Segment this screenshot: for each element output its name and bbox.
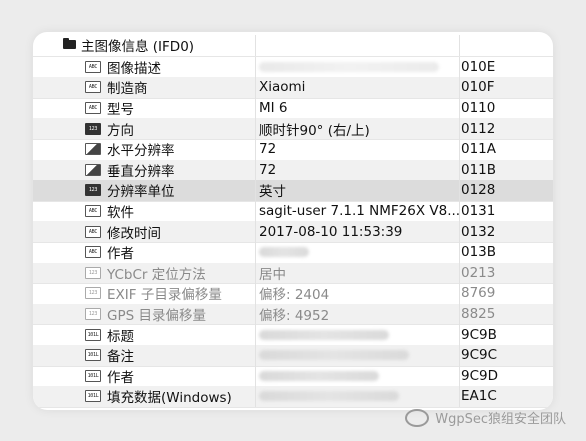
tag-id: 9C9D xyxy=(461,367,498,384)
field-value: 居中 xyxy=(256,262,460,284)
redacted-value xyxy=(259,370,379,381)
tag-id: 0131 xyxy=(461,203,496,220)
field-value: 72 xyxy=(256,139,460,160)
bytes-icon: 101L xyxy=(85,349,101,362)
field-name: 作者 xyxy=(107,369,134,386)
table-row[interactable]: ABC 型号 MI 6 0110 xyxy=(33,97,553,120)
field-name: 作者 xyxy=(107,246,134,263)
table-row[interactable]: 123 方向 顺时针90° (右/上) 0112 xyxy=(33,118,553,140)
table-row[interactable]: 123 EXIF 子目录偏移量 偏移: 2404 8769 xyxy=(33,283,553,305)
field-name: 型号 xyxy=(107,102,134,119)
abc-icon: ABC xyxy=(85,81,101,94)
field-value: 偏移: 2404 xyxy=(256,283,460,304)
ratio-icon xyxy=(85,143,101,156)
tag-id: 0110 xyxy=(461,100,496,117)
field-name: 标题 xyxy=(107,328,134,345)
field-value: 顺时针90° (右/上) xyxy=(256,118,460,139)
tag-id: EA1C xyxy=(461,388,497,405)
table-row[interactable]: 101L 标题 9C9B xyxy=(33,324,553,346)
table-row[interactable]: 123 GPS 目录偏移量 偏移: 4952 8825 xyxy=(33,303,553,326)
field-value: 2017-08-10 11:53:39 xyxy=(256,221,460,242)
table-row[interactable]: ABC 作者 013B xyxy=(33,242,553,264)
123-icon: 123 xyxy=(85,122,101,135)
field-value: Xiaomi xyxy=(256,77,460,98)
watermark: WgpSec狼组安全团队 xyxy=(405,408,566,427)
redacted-value xyxy=(259,329,389,340)
redacted-value xyxy=(259,350,409,361)
123-icon: 123 xyxy=(85,287,101,300)
table-row[interactable]: ABC 软件 sagit-user 7.1.1 NMF26X V8.... 013… xyxy=(33,200,553,223)
123-icon: 123 xyxy=(85,308,101,321)
tag-id: 8825 xyxy=(461,306,496,323)
field-name: 填充数据(Windows) xyxy=(107,390,232,407)
field-name: 垂直分辨率 xyxy=(107,163,175,180)
table-row-selected[interactable]: 123 分辨率单位 英寸 0128 xyxy=(33,180,553,202)
bytes-icon: 101L xyxy=(85,328,101,341)
field-name: 备注 xyxy=(107,349,134,366)
bytes-icon: 101L xyxy=(85,390,101,403)
redacted-value xyxy=(259,247,309,258)
abc-icon: ABC xyxy=(85,246,101,259)
123-icon: 123 xyxy=(85,266,101,279)
field-value: sagit-user 7.1.1 NMF26X V8.... xyxy=(256,200,460,222)
field-value: 偏移: 4952 xyxy=(256,303,460,325)
table-row[interactable]: 垂直分辨率 72 011B xyxy=(33,159,553,182)
folder-icon xyxy=(63,37,76,49)
abc-icon: ABC xyxy=(85,102,101,115)
tag-id: 010E xyxy=(461,58,496,75)
bytes-icon: 101L xyxy=(85,369,101,382)
tag-id: 010F xyxy=(461,79,495,96)
abc-icon: ABC xyxy=(85,60,101,73)
field-name: 软件 xyxy=(107,205,134,222)
redacted-value xyxy=(259,61,439,72)
section-header-ifd0[interactable]: 主图像信息 (IFD0) xyxy=(33,35,553,57)
wechat-icon xyxy=(405,408,430,427)
tag-id: 011B xyxy=(461,161,497,178)
tag-id: 9C9C xyxy=(461,347,498,364)
redacted-value xyxy=(259,391,399,402)
123-icon: 123 xyxy=(85,184,101,197)
ratio-icon xyxy=(85,163,101,176)
watermark-text: WgpSec狼组安全团队 xyxy=(435,412,566,427)
field-value: 72 xyxy=(256,159,460,181)
table-row[interactable]: 101L 作者 9C9D xyxy=(33,365,553,388)
field-name: EXIF 子目录偏移量 xyxy=(107,287,222,304)
tag-id: 013B xyxy=(461,244,497,261)
field-name: 图像描述 xyxy=(107,60,161,77)
table-row[interactable]: 101L 填充数据(Windows) EA1C xyxy=(33,386,553,408)
field-name: YCbCr 定位方法 xyxy=(107,266,206,283)
tag-id: 0132 xyxy=(461,223,496,240)
field-name: 方向 xyxy=(107,122,134,139)
table-row[interactable]: ABC 制造商 Xiaomi 010F xyxy=(33,77,553,99)
abc-icon: ABC xyxy=(85,205,101,218)
tag-id: 011A xyxy=(461,141,497,158)
field-name: 制造商 xyxy=(107,81,148,98)
table-row[interactable]: 101L 备注 9C9C xyxy=(33,345,553,367)
table-row[interactable]: 123 YCbCr 定位方法 居中 0213 xyxy=(33,262,553,285)
table-row[interactable]: ABC 图像描述 010E xyxy=(33,56,553,79)
tag-id: 0112 xyxy=(461,120,496,137)
field-value: MI 6 xyxy=(256,97,460,119)
tag-id: 8769 xyxy=(461,285,496,302)
table-row[interactable]: ABC 修改时间 2017-08-10 11:53:39 0132 xyxy=(33,221,553,243)
field-name: 水平分辨率 xyxy=(107,143,175,160)
tag-id: 0213 xyxy=(461,264,496,281)
field-name: 修改时间 xyxy=(107,225,161,242)
field-value: 英寸 xyxy=(256,180,460,201)
abc-icon: ABC xyxy=(85,225,101,238)
exif-panel: 主图像信息 (IFD0) ABC 图像描述 010E ABC 制造商 Xiaomi … xyxy=(33,32,553,410)
field-name: GPS 目录偏移量 xyxy=(107,308,206,325)
section-label: 主图像信息 (IFD0) xyxy=(81,39,195,56)
table-row[interactable]: 水平分辨率 72 011A xyxy=(33,139,553,161)
tag-id: 9C9B xyxy=(461,326,497,343)
field-name: 分辨率单位 xyxy=(107,184,175,201)
tag-id: 0128 xyxy=(461,182,496,199)
